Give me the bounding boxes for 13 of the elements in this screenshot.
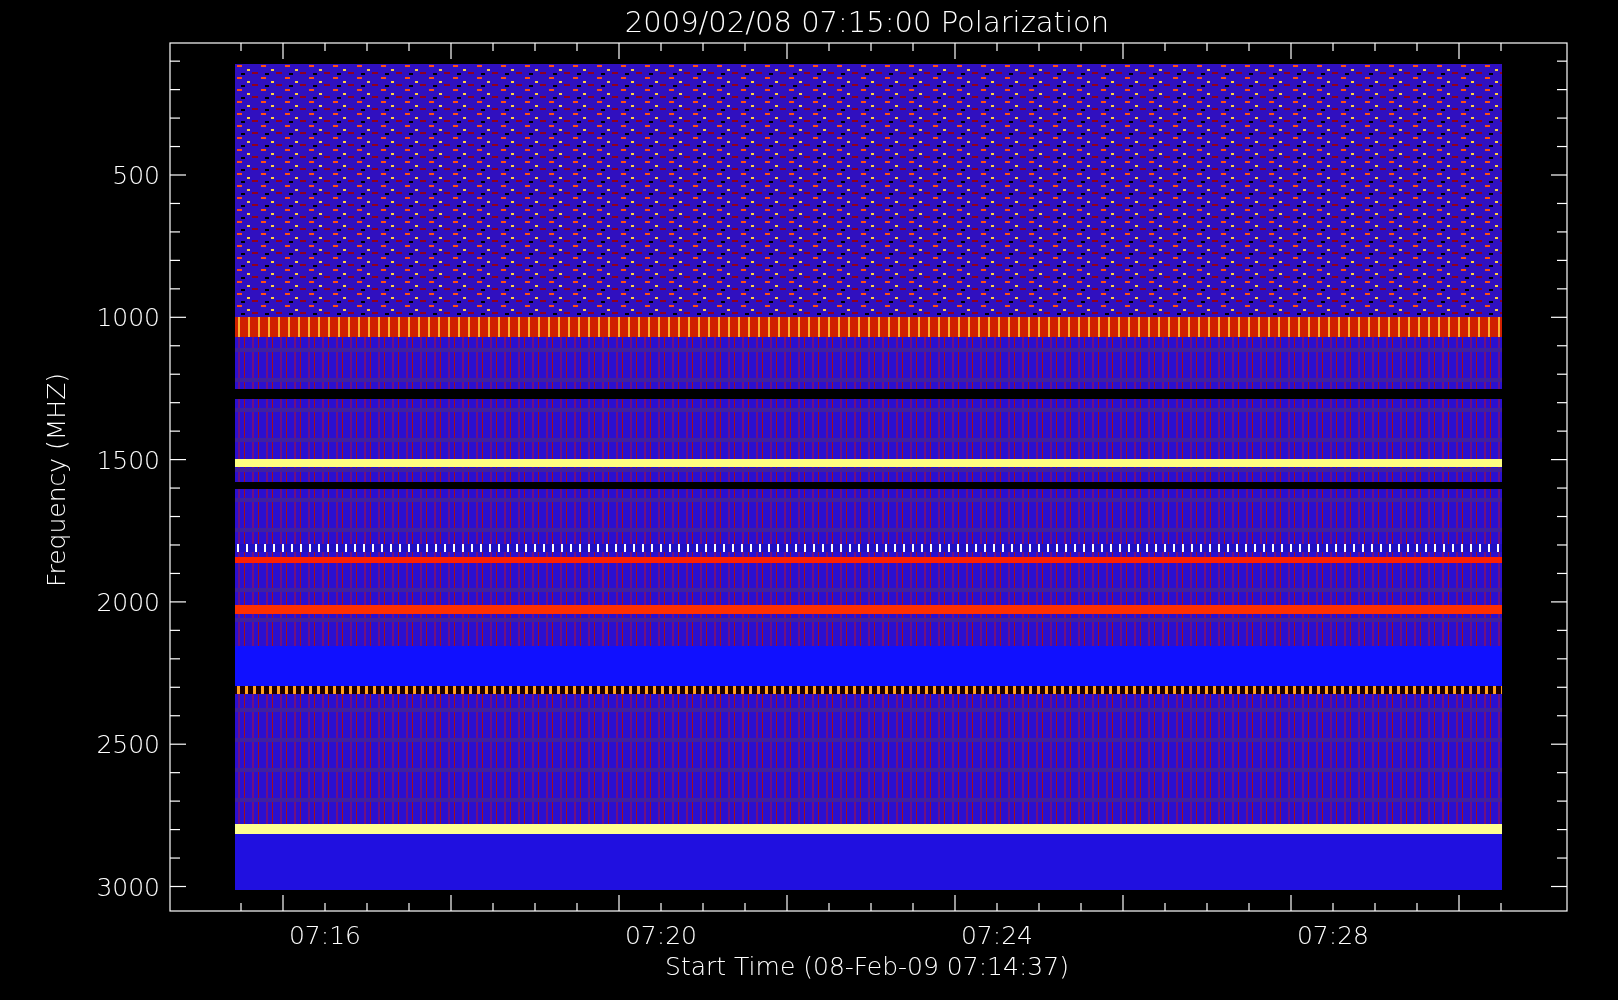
y-tick-label: 2000 xyxy=(96,587,160,617)
y-tick-label: 1500 xyxy=(96,445,160,475)
y-axis-label: Frequency (MHZ) xyxy=(42,372,71,588)
y-tick-label: 3000 xyxy=(96,872,160,902)
y-tick-label: 2500 xyxy=(96,730,160,760)
x-tick-label: 07:16 xyxy=(289,921,361,950)
x-tick-label: 07:20 xyxy=(625,921,697,950)
plot-title: 2009/02/08 07:15:00 Polarization xyxy=(624,5,1110,39)
x-tick-label: 07:28 xyxy=(1297,921,1369,950)
x-tick-label: 07:24 xyxy=(961,921,1033,950)
x-axis-label: Start Time (08-Feb-09 07:14:37) xyxy=(665,952,1069,981)
y-tick-label: 1000 xyxy=(96,303,160,333)
y-tick-label: 500 xyxy=(112,161,160,190)
